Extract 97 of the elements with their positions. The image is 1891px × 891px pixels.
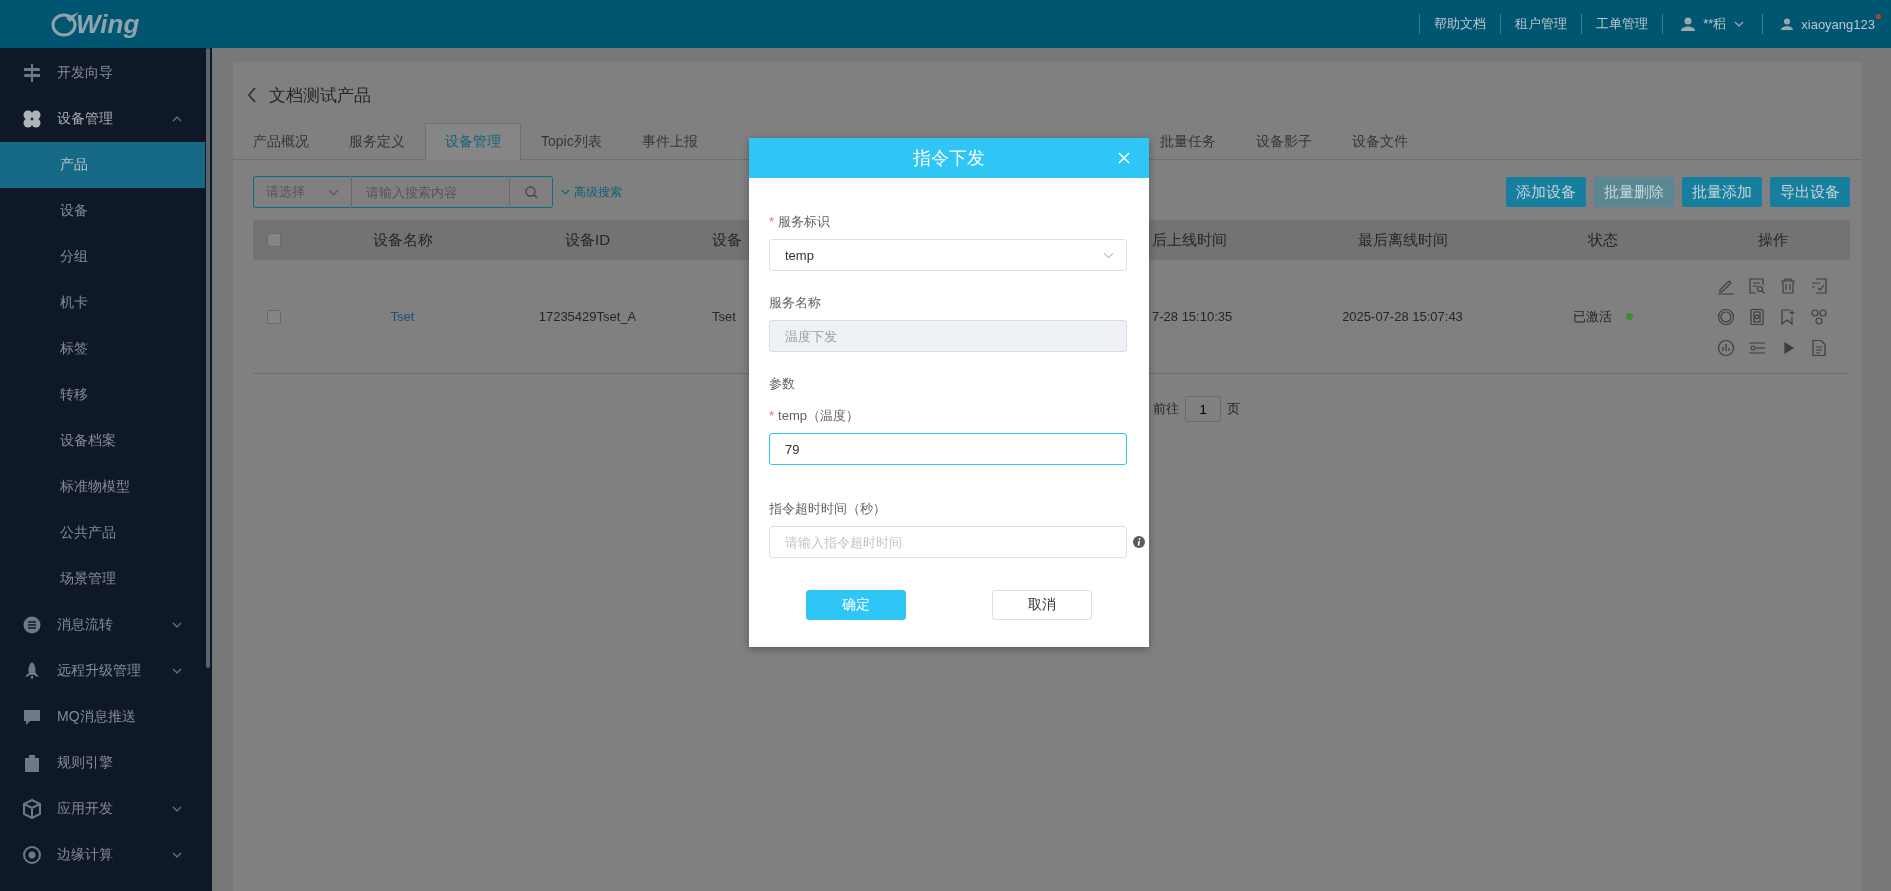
header-link[interactable]: 工单管理 — [1596, 15, 1649, 33]
chevron-down-icon — [172, 852, 182, 858]
table-cell: 17235429Tset_A — [538, 309, 637, 324]
sidebar-subitem[interactable]: 公共产品 — [0, 510, 205, 556]
info-icon[interactable] — [1133, 536, 1145, 548]
tab[interactable]: 设备影子 — [1235, 123, 1332, 159]
rocket-icon — [22, 661, 42, 681]
user-icon — [1781, 18, 1794, 30]
sidebar-subitem[interactable]: 转移 — [0, 372, 205, 418]
tab[interactable]: 批量任务 — [1139, 123, 1236, 159]
page-title: 文档测试产品 — [269, 84, 371, 107]
action-button[interactable]: 批量添加 — [1682, 177, 1762, 207]
column-header: 状态 — [1587, 230, 1618, 250]
table-cell: 7-28 15:10:35 — [1152, 309, 1233, 324]
field-label: 服务名称 — [769, 294, 822, 312]
sidebar-item[interactable]: MQ消息推送 — [0, 694, 212, 740]
logo-icon — [50, 10, 80, 38]
scrollbar-thumb[interactable] — [206, 48, 210, 668]
tenant-menu[interactable]: **稆 — [1677, 15, 1749, 33]
sidebar-subitem[interactable]: 标准物模型 — [0, 464, 205, 510]
tab[interactable]: 服务定义 — [329, 123, 425, 159]
column-header: 设备 — [712, 230, 742, 250]
sidebar-subitem[interactable]: 设备 — [0, 188, 205, 234]
column-header: 操作 — [1757, 230, 1788, 250]
action-button[interactable]: 导出设备 — [1770, 177, 1850, 207]
sidebar-subitem[interactable]: 设备档案 — [0, 418, 205, 464]
sidebar-item[interactable]: 远程升级管理 — [0, 648, 212, 694]
trash-icon[interactable] — [1779, 276, 1797, 295]
column-header: 后上线时间 — [1152, 230, 1227, 250]
sidebar-subitem[interactable]: 标签 — [0, 326, 205, 372]
nodes-icon[interactable] — [1810, 307, 1828, 326]
chevron-up-icon — [172, 116, 182, 122]
listcheck-icon[interactable] — [1810, 276, 1828, 295]
bubble-icon — [22, 615, 42, 635]
chevron-down-icon — [1734, 21, 1745, 27]
target-icon — [22, 845, 42, 865]
tab[interactable]: 事件上报 — [621, 123, 718, 159]
chevron-down-icon — [1103, 251, 1114, 259]
search-icon — [524, 185, 538, 199]
table-cell: Tset — [712, 309, 736, 324]
chevron-down-icon — [172, 668, 182, 674]
sidebar-subitem[interactable]: 场景管理 — [0, 556, 205, 602]
chevron-down-icon — [172, 806, 182, 812]
page-suffix: 页 — [1227, 400, 1240, 418]
sidebar-item[interactable]: 开发向导 — [0, 50, 212, 96]
column-header: 最后离线时间 — [1357, 230, 1448, 250]
chevron-down-icon — [172, 622, 182, 628]
bookmark-icon[interactable] — [1779, 307, 1797, 326]
chevron-down-icon — [328, 188, 339, 196]
petals-icon — [22, 109, 42, 129]
chart-icon[interactable] — [1717, 338, 1735, 357]
input-field[interactable]: 请输入指令超时时间 — [769, 526, 1127, 558]
tab[interactable]: 产品概况 — [233, 123, 329, 159]
sidebar-item[interactable]: 边缘计算 — [0, 832, 212, 878]
table-cell: 2025-07-28 15:07:43 — [1342, 309, 1463, 324]
back-icon[interactable] — [247, 87, 257, 103]
tab[interactable]: 设备文件 — [1331, 123, 1428, 159]
select-field[interactable]: temp — [769, 239, 1127, 271]
sidebar-item[interactable]: 应用开发 — [0, 786, 212, 832]
action-button[interactable]: 添加设备 — [1506, 177, 1586, 207]
field-label: 指令超时时间（秒） — [769, 500, 887, 518]
sidebar-subitem[interactable]: 产品 — [0, 142, 205, 188]
cancel-button[interactable]: 取消 — [992, 590, 1092, 620]
goto-label: 前往 — [1153, 400, 1179, 418]
header-link[interactable]: 帮助文档 — [1434, 15, 1487, 33]
page-input[interactable]: 1 — [1185, 396, 1221, 422]
cube-icon — [22, 799, 42, 819]
search-button[interactable] — [509, 176, 553, 208]
field-label: * temp（温度） — [769, 407, 860, 425]
sign-icon — [22, 63, 42, 83]
sidebar-item[interactable]: 消息流转 — [0, 602, 212, 648]
checkbox[interactable] — [267, 309, 281, 324]
tab[interactable]: Topic列表 — [521, 123, 622, 159]
boxgear-icon[interactable] — [1748, 307, 1766, 326]
dialog-title: 指令下发 — [913, 147, 985, 170]
column-header: 设备ID — [565, 230, 610, 250]
sidebar-subitem[interactable]: 机卡 — [0, 280, 205, 326]
logo-text: Wing — [76, 8, 140, 40]
header-link[interactable]: 租户管理 — [1515, 15, 1568, 33]
ring-icon[interactable] — [1717, 307, 1735, 326]
user-icon — [1681, 17, 1696, 31]
status-text: 已激活 — [1572, 307, 1612, 326]
chevron-down-icon — [561, 189, 570, 195]
field-label: * 服务标识 — [769, 213, 832, 231]
chat-icon — [22, 707, 42, 727]
section-label: 参数 — [769, 375, 796, 393]
user-menu[interactable]: xiaoyang123 — [1777, 16, 1879, 32]
sidebar-item[interactable]: 规则引擎 — [0, 740, 212, 786]
column-header: 设备名称 — [372, 230, 433, 250]
docsearch-icon[interactable] — [1748, 276, 1766, 295]
input-field[interactable]: 79 — [769, 433, 1127, 465]
checkbox[interactable] — [267, 233, 281, 247]
doc-icon[interactable] — [1810, 338, 1828, 357]
sidebar-item[interactable]: 设备管理 — [0, 96, 212, 142]
badge-icon — [22, 753, 42, 773]
sidebar-subitem[interactable]: 分组 — [0, 234, 205, 280]
close-icon[interactable] — [1118, 152, 1130, 164]
